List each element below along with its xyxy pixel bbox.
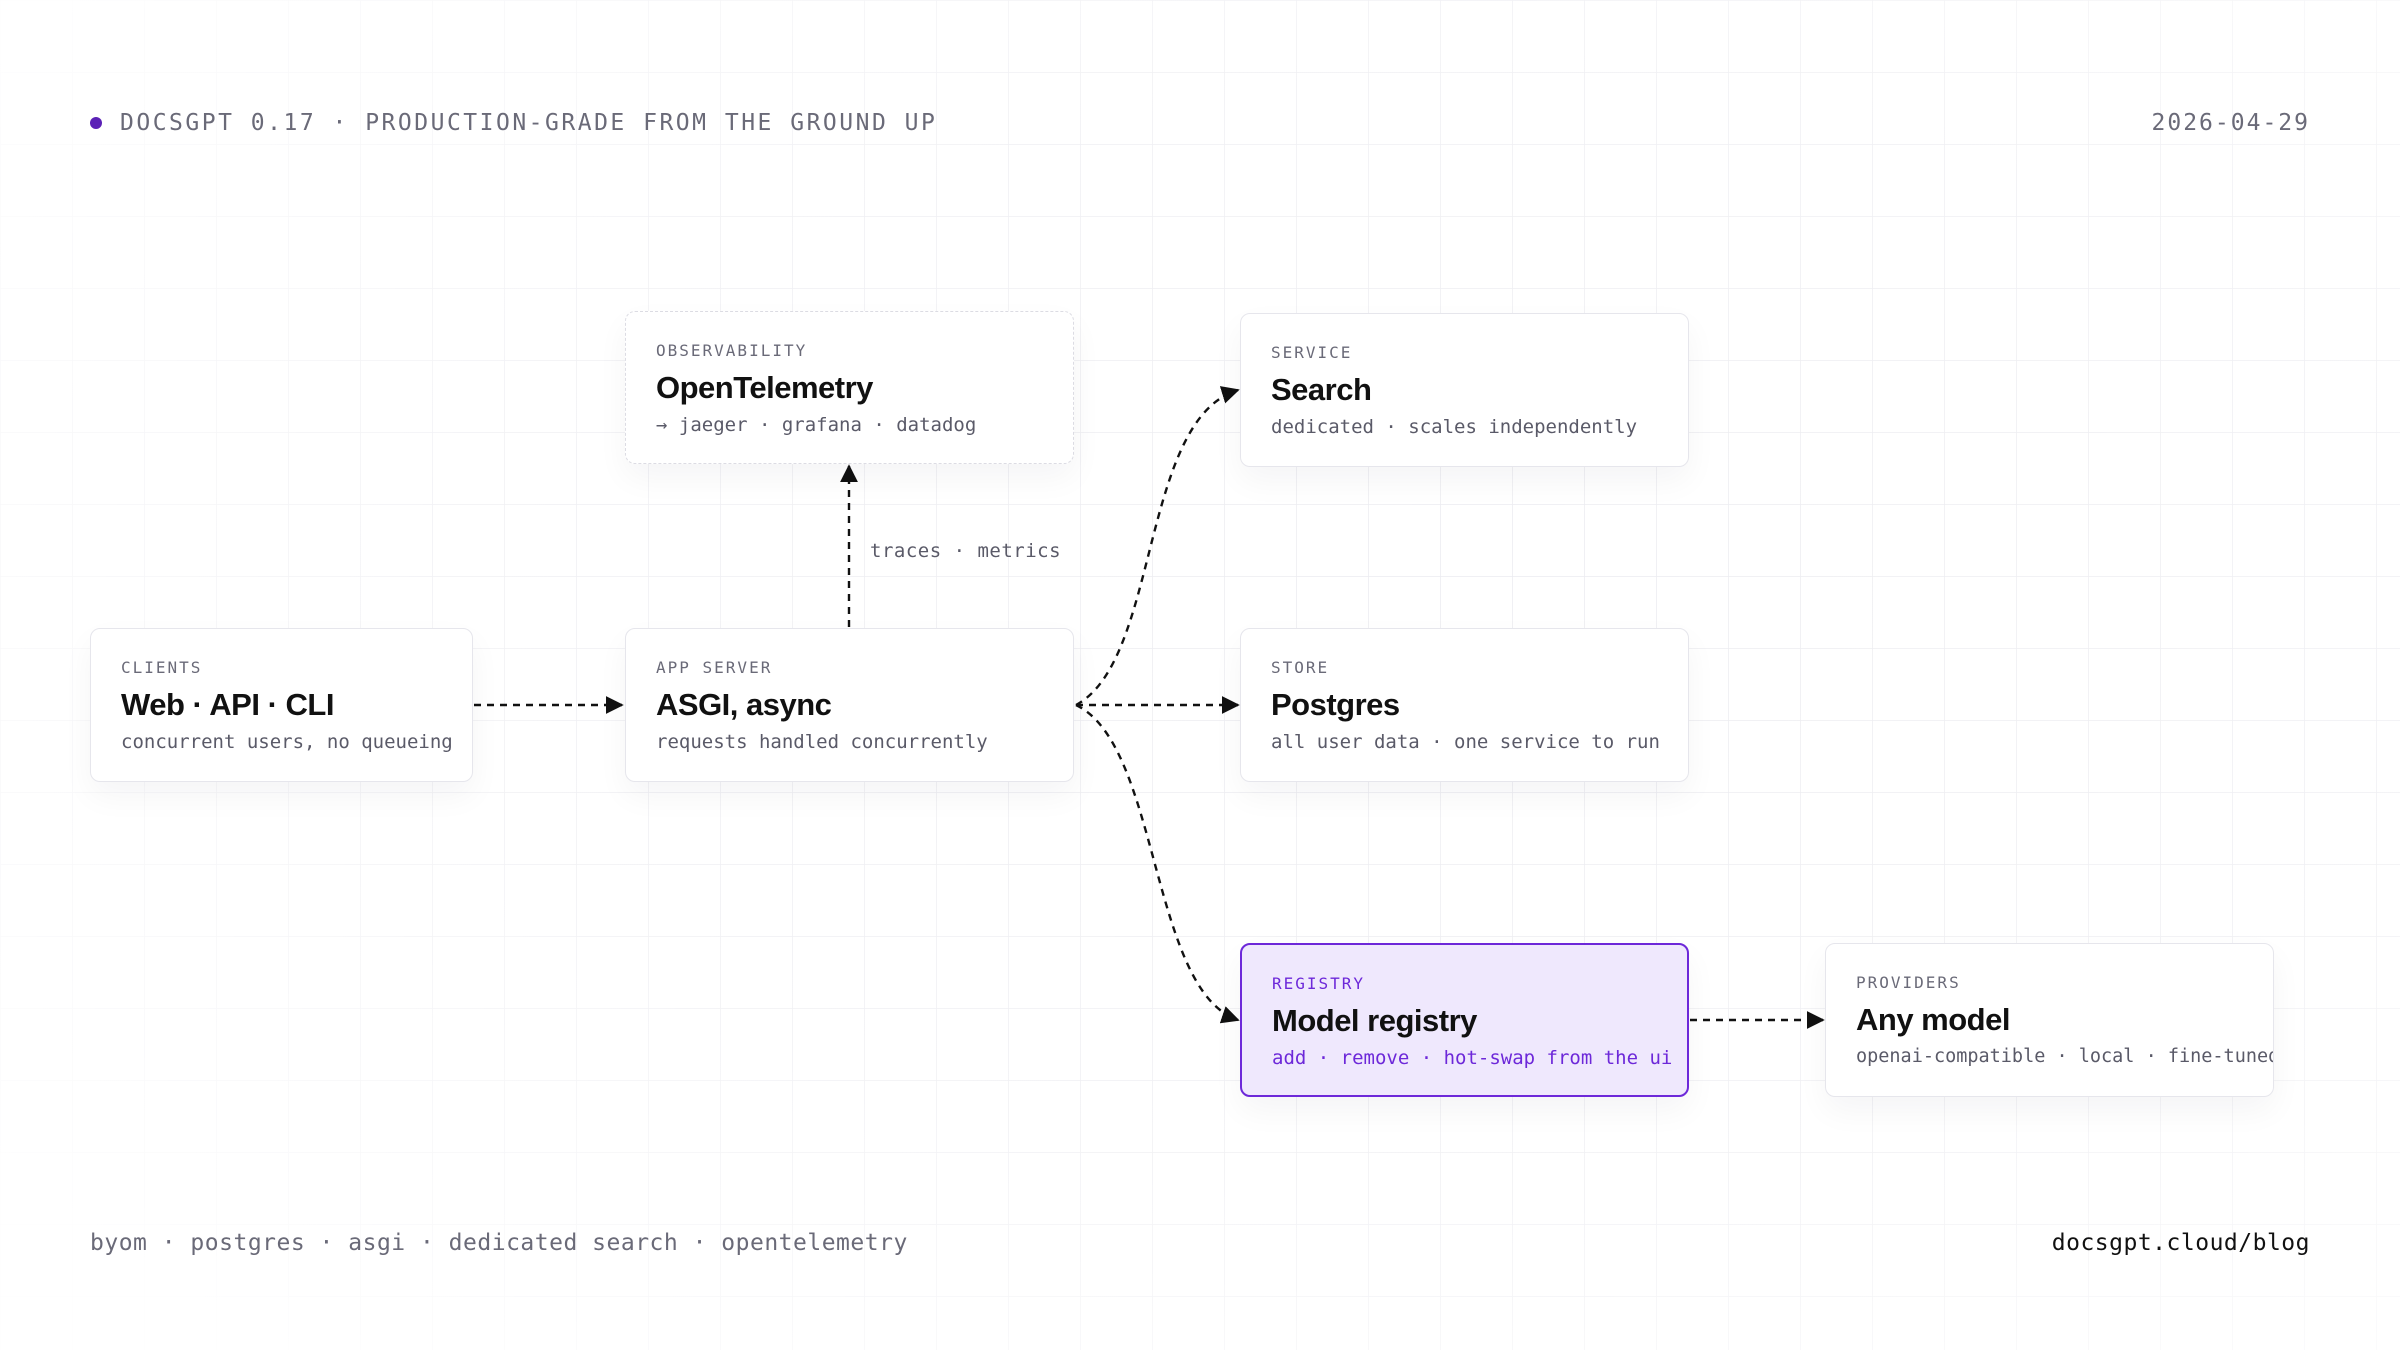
node-tag: CLIENTS: [121, 658, 203, 677]
node-registry: REGISTRY Model registry add · remove · h…: [1240, 943, 1689, 1097]
node-subtitle: add · remove · hot-swap from the ui: [1272, 1047, 1673, 1069]
node-tag: REGISTRY: [1272, 974, 1366, 993]
footer-link[interactable]: docsgpt.cloud/blog: [2052, 1230, 2310, 1256]
node-title: ASGI, async: [656, 687, 832, 722]
node-observability: OBSERVABILITY OpenTelemetry → jaeger · g…: [625, 311, 1074, 464]
footer-tags: byom · postgres · asgi · dedicated searc…: [90, 1230, 908, 1256]
node-title: OpenTelemetry: [656, 370, 873, 405]
node-title: Web · API · CLI: [121, 687, 334, 722]
node-tag: OBSERVABILITY: [656, 341, 808, 360]
node-subtitle: dedicated · scales independently: [1271, 416, 1638, 438]
node-tag: STORE: [1271, 658, 1330, 677]
node-search: SERVICE Search dedicated · scales indepe…: [1240, 313, 1689, 467]
node-tag: APP SERVER: [656, 658, 773, 677]
node-title: Any model: [1856, 1002, 2010, 1037]
node-title: Postgres: [1271, 687, 1400, 722]
node-store: STORE Postgres all user data · one servi…: [1240, 628, 1689, 782]
node-subtitle: → jaeger · grafana · datadog: [656, 414, 977, 436]
node-title: Model registry: [1272, 1003, 1477, 1038]
edge-label-traces: traces · metrics: [870, 540, 1062, 562]
edge-app-server-to-search: [1075, 386, 1240, 707]
node-providers: PROVIDERS Any model openai-compatible · …: [1825, 943, 2274, 1097]
edge-app-server-to-registry: [1075, 703, 1240, 1024]
node-subtitle: openai-compatible · local · fine-tuned: [1856, 1046, 2274, 1067]
node-tag: SERVICE: [1271, 343, 1353, 362]
node-app-server: APP SERVER ASGI, async requests handled …: [625, 628, 1074, 782]
node-tag: PROVIDERS: [1856, 973, 1961, 992]
node-subtitle: concurrent users, no queueing: [121, 731, 453, 753]
node-clients: CLIENTS Web · API · CLI concurrent users…: [90, 628, 473, 782]
node-title: Search: [1271, 372, 1372, 407]
node-subtitle: all user data · one service to run: [1271, 731, 1660, 753]
node-subtitle: requests handled concurrently: [656, 731, 988, 753]
